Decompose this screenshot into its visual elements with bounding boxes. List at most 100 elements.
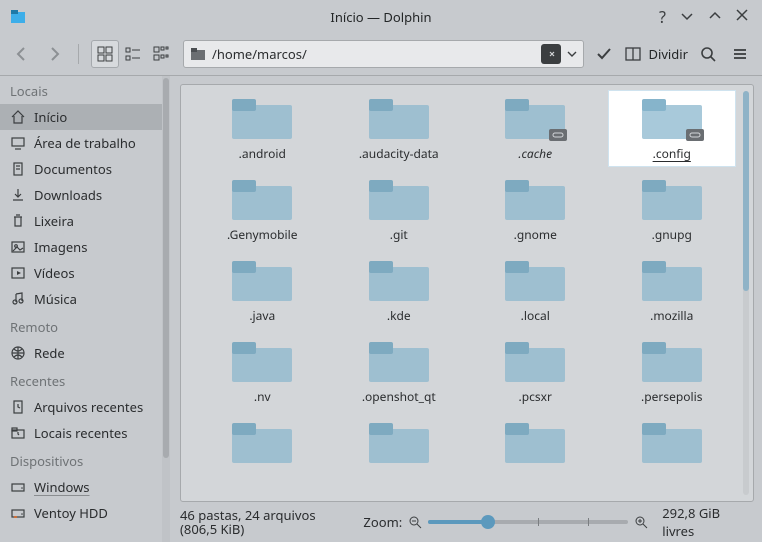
folder-item-persepolis[interactable]: .persepolis: [609, 334, 736, 409]
file-view[interactable]: .android .audacity-data.cache .config .Geny…: [180, 84, 754, 502]
music-icon: [10, 291, 26, 307]
network-icon: [10, 345, 26, 361]
back-button[interactable]: [10, 42, 34, 66]
folder-item[interactable]: [336, 415, 463, 473]
zoom-slider[interactable]: [428, 520, 628, 524]
sidebar-item-lixeira[interactable]: Lixeira: [0, 208, 170, 234]
folder-item-android[interactable]: .android: [199, 91, 326, 166]
folder-item-Genymobile[interactable]: .Genymobile: [199, 172, 326, 247]
sidebar-item-label: Vídeos: [34, 264, 75, 282]
folder-icon: [503, 95, 567, 141]
sidebar-item-arquivos-recentes[interactable]: Arquivos recentes: [0, 394, 170, 420]
split-view-button[interactable]: Dividir: [624, 45, 688, 63]
window-title: Início — Dolphin: [0, 8, 762, 26]
sidebar-item-label: Imagens: [34, 238, 87, 256]
sidebar-item-windows[interactable]: Windows: [0, 474, 170, 500]
status-bar: 46 pastas, 24 arquivos (806,5 KiB) Zoom:: [170, 502, 762, 542]
sidebar-item-locais-recentes[interactable]: Locais recentes: [0, 420, 170, 446]
sidebar-item-imagens[interactable]: Imagens: [0, 234, 170, 260]
sidebar-item-label: Arquivos recentes: [34, 398, 143, 416]
file-view-scrollbar[interactable]: [743, 91, 749, 495]
folder-item-gnome[interactable]: .gnome: [472, 172, 599, 247]
folder-item[interactable]: [609, 415, 736, 473]
sidebar-heading: Dispositivos: [0, 446, 170, 474]
images-icon: [10, 239, 26, 255]
folder-icon: [503, 257, 567, 303]
split-label: Dividir: [648, 45, 688, 63]
folder-icon: [503, 176, 567, 222]
separator: [78, 44, 79, 64]
folder-item-config[interactable]: .config: [609, 91, 736, 166]
zoom-label: Zoom:: [363, 513, 402, 531]
sidebar-item-label: Ventoy HDD: [34, 504, 108, 522]
folder-label: .persepolis: [641, 384, 702, 405]
dolphin-window: Início — Dolphin ?: [0, 0, 762, 542]
folder-item-openshot_qt[interactable]: .openshot_qt: [336, 334, 463, 409]
folder-icon: [640, 419, 704, 465]
menu-button[interactable]: [728, 42, 752, 66]
folder-label: .config: [653, 141, 691, 162]
folder-item-java[interactable]: .java: [199, 253, 326, 328]
recent-places-icon: [10, 425, 26, 441]
folder-label: .android: [239, 141, 286, 162]
compact-view-button[interactable]: [119, 40, 147, 68]
folder-item-nv[interactable]: .nv: [199, 334, 326, 409]
folder-item-pcsxr[interactable]: .pcsxr: [472, 334, 599, 409]
sidebar-item-documentos[interactable]: Documentos: [0, 156, 170, 182]
details-view-button[interactable]: [147, 40, 175, 68]
folder-label: .Genymobile: [227, 222, 297, 243]
sidebar-item-início[interactable]: Início: [0, 104, 170, 130]
folder-label: .git: [390, 222, 408, 243]
videos-icon: [10, 265, 26, 281]
path-bar[interactable]: /home/marcos/: [183, 40, 584, 68]
folder-label: .openshot_qt: [362, 384, 436, 405]
sidebar-item-área-de-trabalho[interactable]: Área de trabalho: [0, 130, 170, 156]
sidebar-item-label: Lixeira: [34, 212, 74, 230]
drive-icon: [10, 479, 26, 495]
folder-item-mozilla[interactable]: .mozilla: [609, 253, 736, 328]
main-area: LocaisInícioÁrea de trabalhoDocumentosDo…: [0, 75, 762, 542]
forward-button[interactable]: [42, 42, 66, 66]
desktop-icon: [10, 135, 26, 151]
content-area: .android .audacity-data.cache .config .Geny…: [170, 76, 762, 542]
folder-icon: [367, 419, 431, 465]
folder-item-local[interactable]: .local: [472, 253, 599, 328]
sidebar-item-rede[interactable]: Rede: [0, 340, 170, 366]
folder-item[interactable]: [472, 415, 599, 473]
icons-view-button[interactable]: [91, 40, 119, 68]
sidebar-item-música[interactable]: Música: [0, 286, 170, 312]
sidebar-item-label: Rede: [34, 344, 65, 362]
confirm-button[interactable]: [592, 42, 616, 66]
status-summary: 46 pastas, 24 arquivos (806,5 KiB): [180, 508, 349, 536]
search-button[interactable]: [696, 42, 720, 66]
folder-icon: [190, 46, 206, 62]
zoom-in-icon[interactable]: [634, 515, 648, 529]
free-space-label: 292,8 GiB livres: [662, 504, 752, 540]
sidebar-item-vídeos[interactable]: Vídeos: [0, 260, 170, 286]
folder-item-audacity-data[interactable]: .audacity-data: [336, 91, 463, 166]
recent-files-icon: [10, 399, 26, 415]
folder-item-gnupg[interactable]: .gnupg: [609, 172, 736, 247]
sidebar-item-label: Downloads: [34, 186, 102, 204]
clear-path-button[interactable]: [541, 44, 561, 64]
sidebar-item-label: Música: [34, 290, 77, 308]
sidebar-item-ventoy-hdd[interactable]: Ventoy HDD: [0, 500, 170, 526]
folder-item-git[interactable]: .git: [336, 172, 463, 247]
documents-icon: [10, 161, 26, 177]
zoom-out-icon[interactable]: [408, 515, 422, 529]
folder-icon: [367, 95, 431, 141]
folder-label: .java: [249, 303, 275, 324]
sidebar-heading: Remoto: [0, 312, 170, 340]
folder-icon: [503, 338, 567, 384]
places-sidebar: LocaisInícioÁrea de trabalhoDocumentosDo…: [0, 76, 170, 542]
sidebar-scrollbar[interactable]: [162, 76, 170, 542]
folder-icon: [230, 95, 294, 141]
folder-item-kde[interactable]: .kde: [336, 253, 463, 328]
folder-item[interactable]: [199, 415, 326, 473]
folder-item-cache[interactable]: .cache: [472, 91, 599, 166]
drive-usb-icon: [10, 505, 26, 521]
folder-icon: [367, 338, 431, 384]
path-dropdown-button[interactable]: [567, 49, 577, 59]
sidebar-item-downloads[interactable]: Downloads: [0, 182, 170, 208]
zoom-control: Zoom:: [363, 513, 648, 531]
